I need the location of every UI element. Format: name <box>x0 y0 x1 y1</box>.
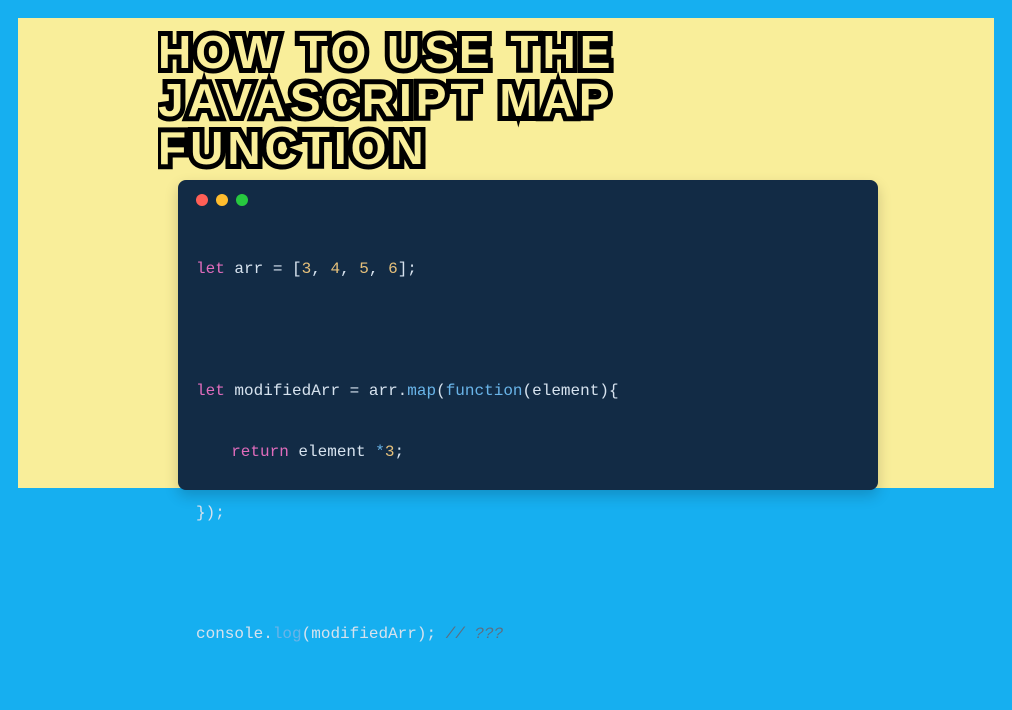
code-block: let arr = [3, 4, 5, 6]; let modifiedArr … <box>196 224 860 710</box>
minimize-icon <box>216 194 228 206</box>
title-line-2: JAVASCRIPT MAP <box>158 74 614 126</box>
code-line-1: let arr = [3, 4, 5, 6]; <box>196 254 860 284</box>
code-window: let arr = [3, 4, 5, 6]; let modifiedArr … <box>178 180 878 490</box>
canvas: .ptxt { font-family: "Impact","Arial Bla… <box>18 18 994 488</box>
title-line-3: FUNCTION <box>158 122 428 174</box>
code-line-5: console.log(modifiedArr); // ??? <box>196 619 860 649</box>
page-title: .ptxt { font-family: "Impact","Arial Bla… <box>158 26 898 176</box>
code-line-3: return element *3; <box>196 437 860 467</box>
maximize-icon <box>236 194 248 206</box>
title-line-1: HOW TO USE THE <box>158 26 614 78</box>
code-line-2: let modifiedArr = arr.map(function(eleme… <box>196 376 860 406</box>
code-line-4: }); <box>196 498 860 528</box>
window-controls <box>196 194 860 206</box>
close-icon <box>196 194 208 206</box>
